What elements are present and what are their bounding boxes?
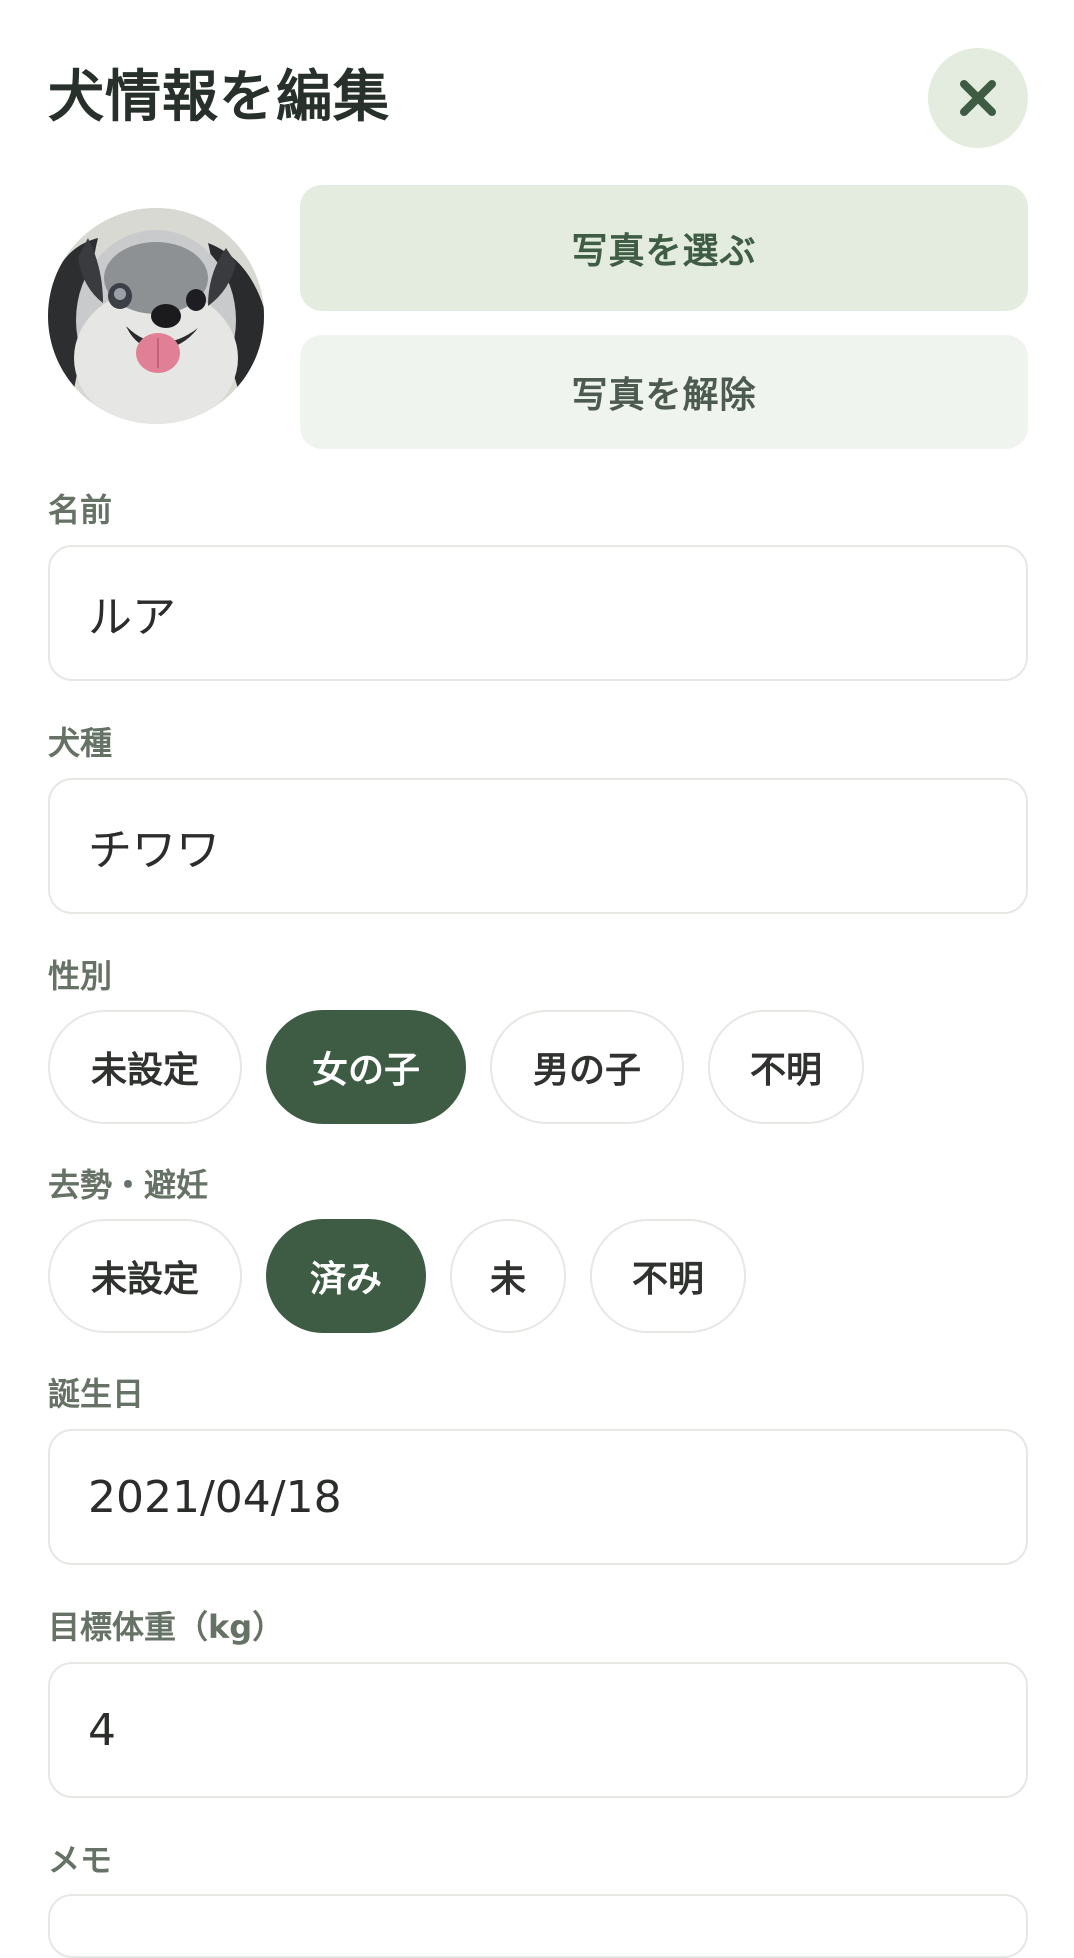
neuter-label: 去勢・避妊 [48,1166,209,1204]
header: 犬情報を編集 [48,48,1028,148]
birthday-label: 誕生日 [48,1375,145,1413]
page-title: 犬情報を編集 [48,65,390,130]
close-button[interactable] [928,48,1028,148]
select-photo-button[interactable]: 写真を選ぶ [300,185,1028,311]
birthday-field [48,1429,1028,1565]
target-weight-input[interactable] [88,1664,988,1796]
sex-option-unknown[interactable]: 不明 [708,1010,864,1124]
memo-label: メモ [48,1841,113,1879]
edit-dog-screen: 犬情報を編集 写真を選ぶ 写真を解除 名前 ルア 犬種 チワワ 性別 未設定 女… [48,0,1028,1958]
neuter-option-unset[interactable]: 未設定 [48,1219,242,1333]
breed-label: 犬種 [48,724,113,762]
neuter-option-not-done[interactable]: 未 [450,1219,566,1333]
memo-field[interactable] [48,1894,1028,1958]
remove-photo-button[interactable]: 写真を解除 [300,335,1028,449]
sex-option-male[interactable]: 男の子 [490,1010,684,1124]
target-weight-label: 目標体重（kg） [48,1608,285,1646]
sex-option-unset[interactable]: 未設定 [48,1010,242,1124]
close-icon [960,80,996,116]
name-input[interactable] [88,547,988,679]
sex-label: 性別 [48,957,113,995]
name-label: 名前 [48,491,113,529]
neuter-option-unknown[interactable]: 不明 [590,1219,746,1333]
neuter-option-done[interactable]: 済み [266,1219,426,1333]
breed-input[interactable] [88,780,988,912]
dog-photo [48,208,264,424]
dog-photo-avatar [48,208,264,424]
sex-option-female[interactable]: 女の子 [266,1010,466,1124]
sex-options: 未設定 女の子 男の子 不明 [48,1010,864,1124]
birthday-input[interactable] [88,1431,988,1563]
name-field [48,545,1028,681]
neuter-options: 未設定 済み 未 不明 [48,1219,746,1333]
breed-field [48,778,1028,914]
target-weight-field [48,1662,1028,1798]
